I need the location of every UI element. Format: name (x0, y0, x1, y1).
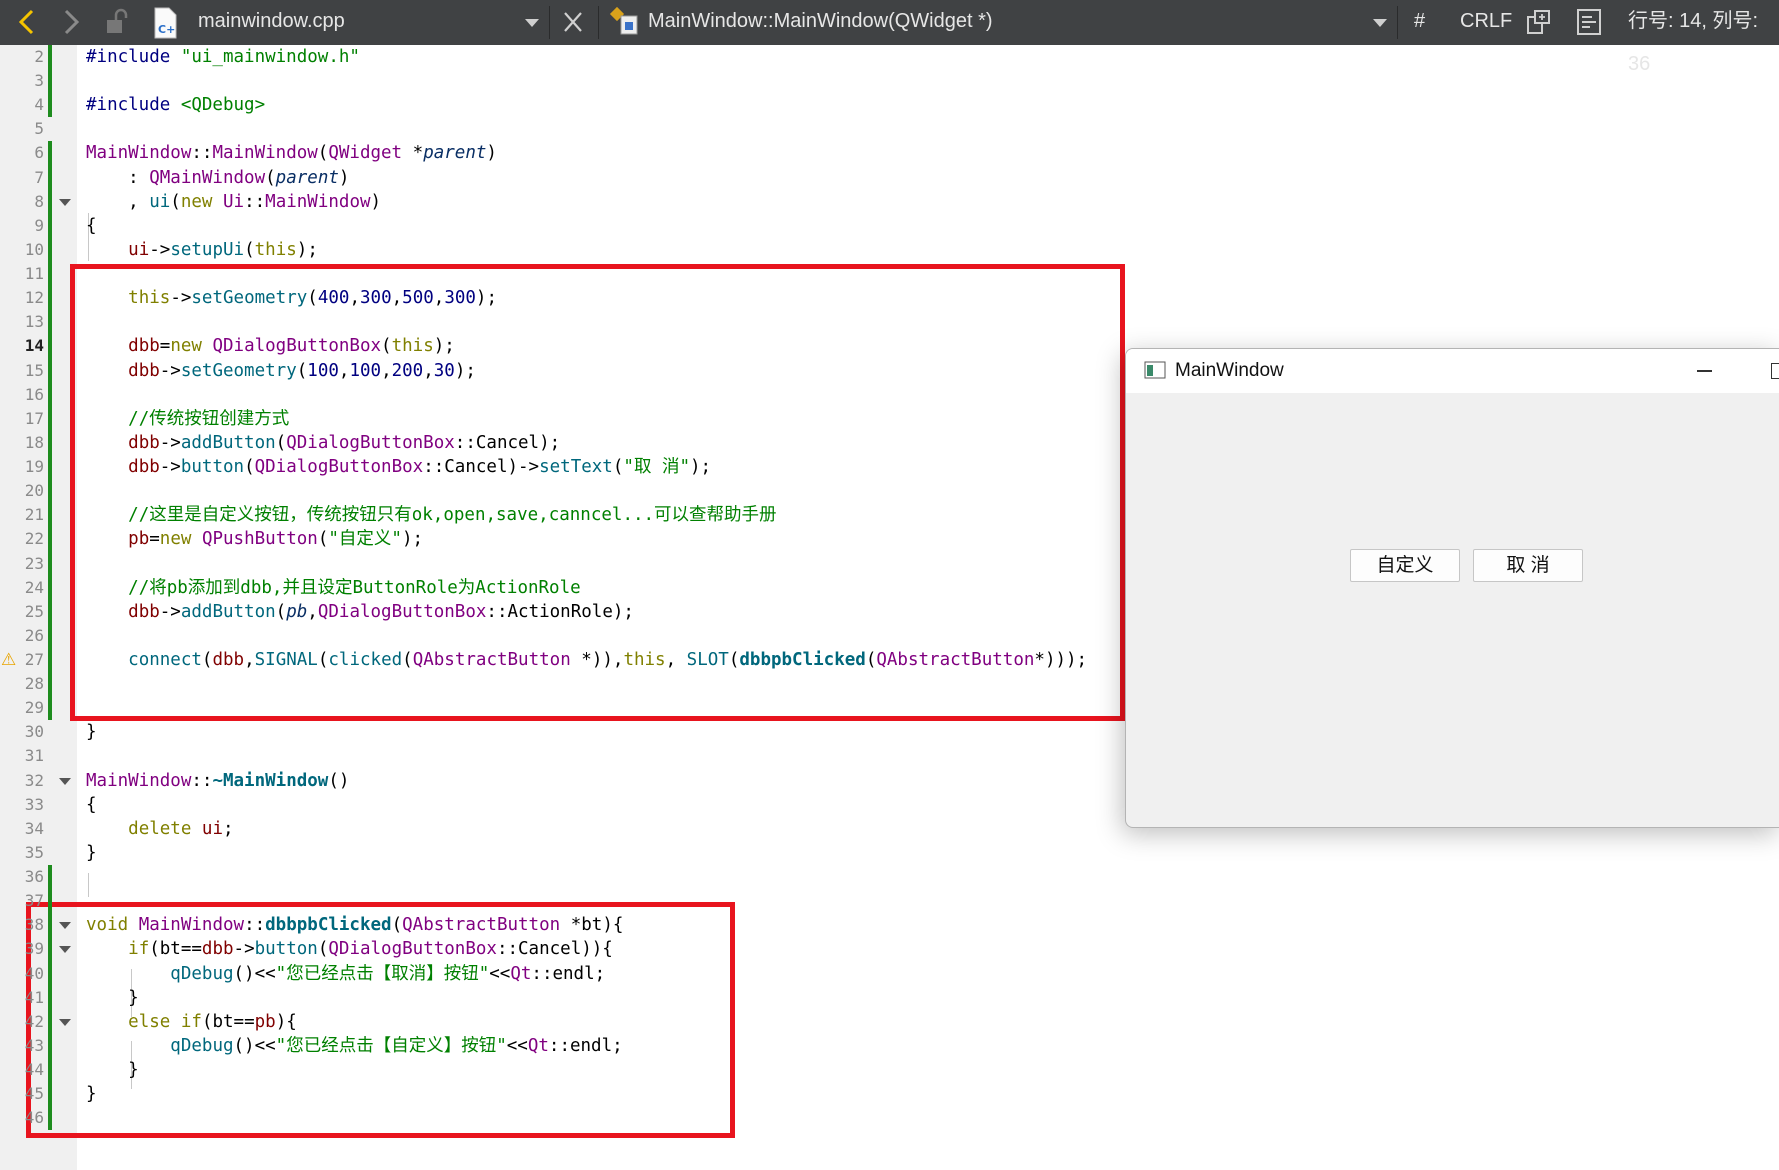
line-number: 20 (24, 481, 44, 501)
line-number: 24 (24, 577, 44, 597)
code-line[interactable]: MainWindow::~MainWindow() (86, 769, 349, 793)
line-number: 22 (24, 529, 44, 549)
line-number: 4 (34, 95, 44, 115)
line-number: 15 (24, 360, 44, 380)
split-view-icon[interactable] (1522, 0, 1556, 45)
line-number: 28 (24, 674, 44, 694)
line-number: 32 (24, 770, 44, 790)
code-line[interactable]: delete ui; (86, 817, 233, 841)
cursor-position[interactable]: 行号: 14, 列号: 36 (1628, 0, 1779, 75)
line-number: 7 (34, 167, 44, 187)
line-number: 36 (24, 867, 44, 887)
code-line[interactable]: #include <QDebug> (86, 93, 265, 117)
line-number: 18 (24, 432, 44, 452)
function-symbol-icon (606, 0, 646, 45)
custom-button[interactable]: 自定义 (1350, 549, 1460, 582)
changed-line-marker (48, 45, 52, 118)
line-number: 45 (24, 1084, 44, 1104)
hash-indicator[interactable]: # (1414, 0, 1425, 45)
code-line[interactable]: } (86, 720, 97, 744)
line-ending-indicator[interactable]: CRLF (1460, 0, 1512, 45)
window-titlebar: MainWindow (1126, 349, 1779, 393)
changed-line-marker (48, 141, 52, 721)
minimize-icon[interactable] (1697, 370, 1712, 372)
line-number: 35 (24, 842, 44, 862)
line-number: 40 (24, 963, 44, 983)
toolbar-divider (1397, 6, 1398, 39)
line-number: 38 (24, 915, 44, 935)
line-number: 37 (24, 891, 44, 911)
svg-text:C+: C+ (158, 23, 175, 36)
editor-toolbar: C+ mainwindow.cpp MainWindow::MainWindow… (0, 0, 1779, 75)
forward-arrow-icon[interactable] (54, 0, 88, 45)
close-file-icon[interactable] (558, 0, 588, 45)
line-number: 26 (24, 625, 44, 645)
code-line[interactable]: : QMainWindow(parent) (86, 166, 349, 190)
line-number: 3 (34, 71, 44, 91)
line-number: 46 (24, 1108, 44, 1128)
line-number: 44 (24, 1060, 44, 1080)
line-number: 14 (24, 336, 44, 356)
file-dropdown-icon[interactable] (520, 0, 544, 45)
line-number: 30 (24, 722, 44, 742)
fold-arrow-icon[interactable] (59, 1018, 71, 1026)
line-number: 31 (24, 746, 44, 766)
file-name[interactable]: mainwindow.cpp (198, 0, 345, 45)
line-number: 19 (24, 457, 44, 477)
code-line[interactable]: } (86, 841, 97, 865)
cancel-button[interactable]: 取 消 (1473, 549, 1583, 582)
line-number: 2 (34, 47, 44, 66)
code-line[interactable]: { (86, 214, 97, 238)
line-number: 6 (34, 143, 44, 163)
fold-arrow-icon[interactable] (59, 922, 71, 930)
line-number: 13 (24, 312, 44, 332)
maximize-icon[interactable] (1771, 363, 1779, 379)
code-line[interactable]: { (86, 793, 97, 817)
app-window-icon (1144, 361, 1166, 384)
line-number: 5 (34, 119, 44, 139)
line-number: 25 (24, 601, 44, 621)
line-number: 16 (24, 384, 44, 404)
fold-arrow-icon[interactable] (59, 198, 71, 206)
window-title: MainWindow (1175, 360, 1284, 381)
line-number: 29 (24, 698, 44, 718)
line-number: 41 (24, 987, 44, 1007)
line-number: 21 (24, 505, 44, 525)
code-line[interactable]: MainWindow::MainWindow(QWidget *parent) (86, 141, 497, 165)
highlight-box-constructor (70, 264, 1125, 721)
line-number: 8 (34, 191, 44, 211)
line-number: 39 (24, 939, 44, 959)
changed-line-marker (48, 865, 52, 1131)
back-arrow-icon[interactable] (10, 0, 44, 45)
warning-icon[interactable]: ⚠ (1, 648, 16, 672)
toolbar-divider (598, 6, 599, 39)
line-number: 42 (24, 1011, 44, 1031)
line-number: 34 (24, 818, 44, 838)
line-number: 9 (34, 215, 44, 235)
fold-arrow-icon[interactable] (59, 777, 71, 785)
function-selector[interactable]: MainWindow::MainWindow(QWidget *) (648, 0, 993, 45)
indent-guide (88, 873, 89, 897)
cpp-file-icon: C+ (150, 0, 182, 45)
line-number: 33 (24, 794, 44, 814)
function-dropdown-icon[interactable] (1368, 0, 1392, 45)
highlight-box-slot (26, 902, 735, 1138)
code-line[interactable]: , ui(new Ui::MainWindow) (86, 190, 381, 214)
code-line[interactable]: ui->setupUi(this); (86, 238, 318, 262)
line-number: 11 (24, 264, 44, 284)
lock-icon[interactable] (100, 0, 132, 45)
fold-arrow-icon[interactable] (59, 946, 71, 954)
code-line[interactable]: #include "ui_mainwindow.h" (86, 45, 360, 69)
line-number: 10 (24, 239, 44, 259)
line-number: 23 (24, 553, 44, 573)
line-number: 17 (24, 408, 44, 428)
outline-icon[interactable] (1572, 0, 1606, 45)
mainwindow-preview: MainWindow 自定义 取 消 (1125, 348, 1779, 828)
line-number: 43 (24, 1035, 44, 1055)
line-number: 12 (24, 288, 44, 308)
toolbar-divider (549, 6, 550, 39)
